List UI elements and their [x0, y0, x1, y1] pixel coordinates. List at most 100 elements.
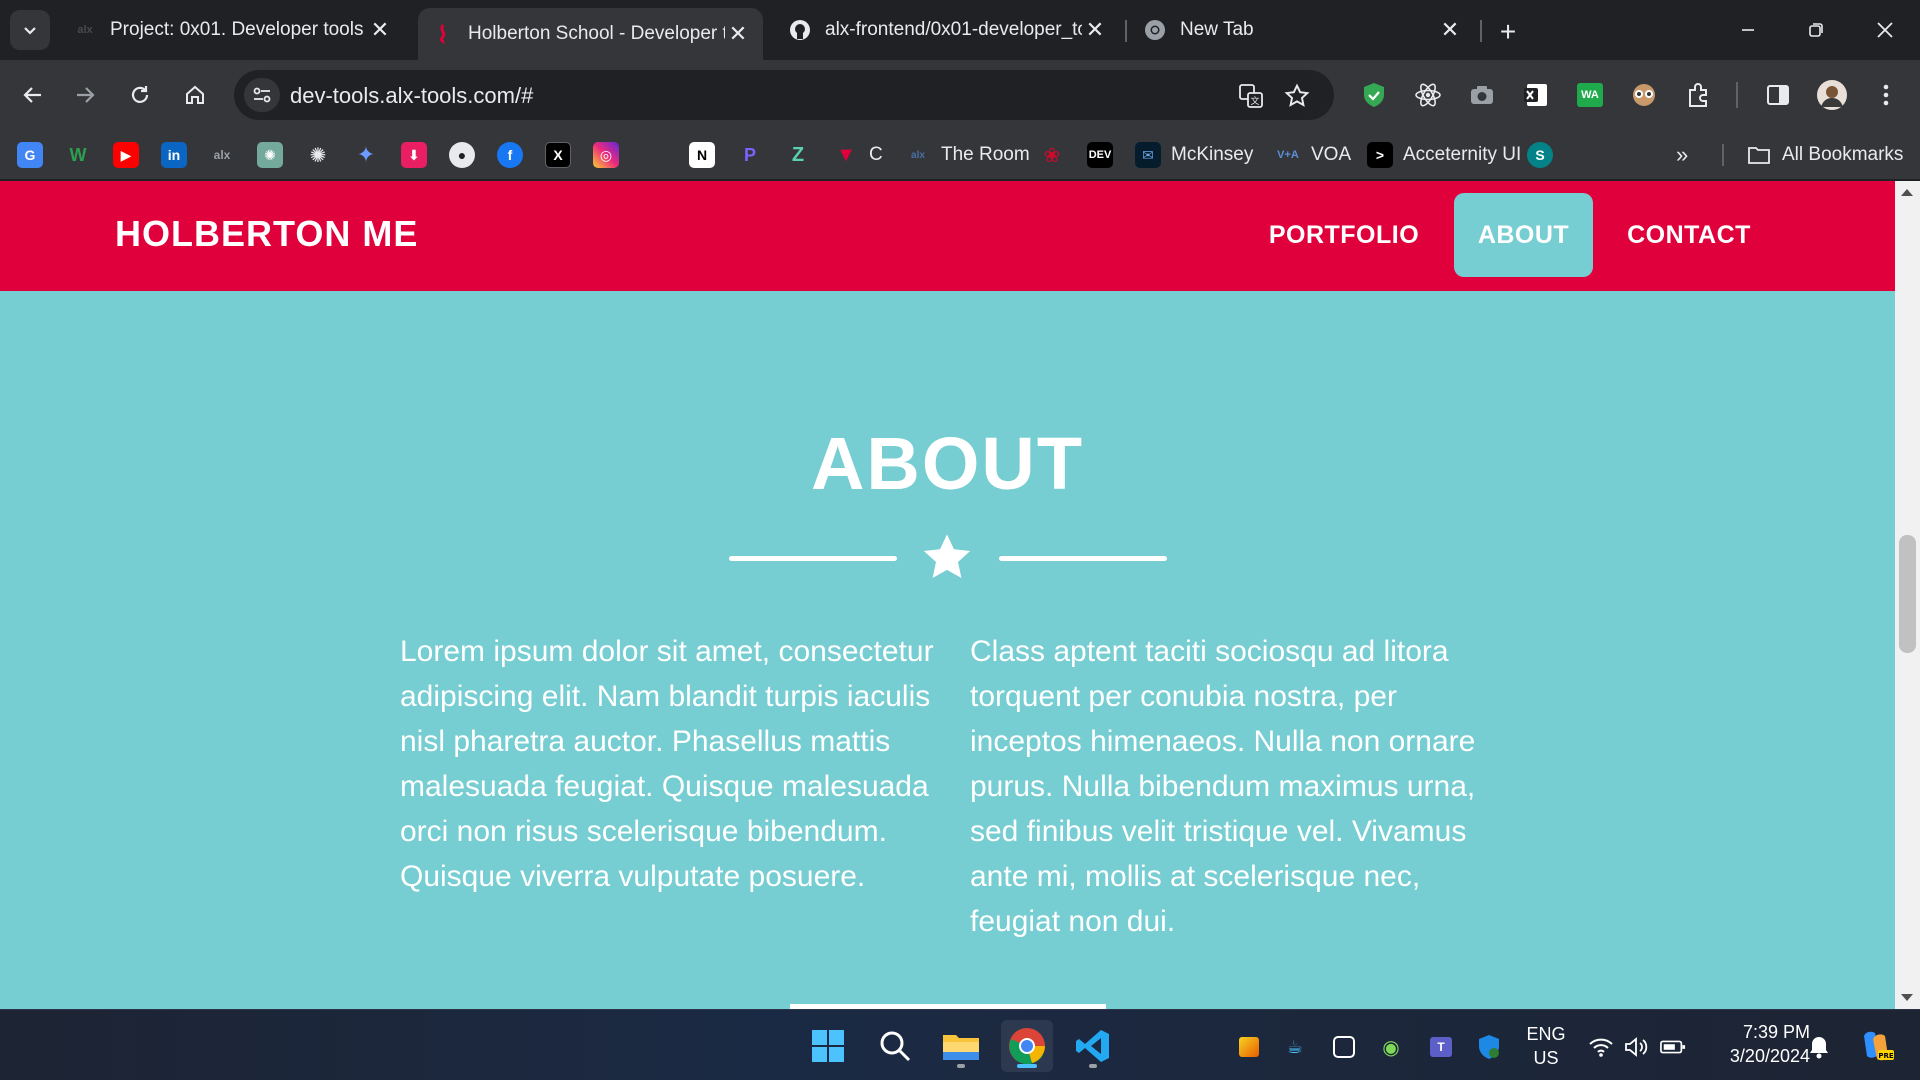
close-icon[interactable]: ✕	[725, 21, 751, 47]
back-button[interactable]	[12, 74, 54, 116]
bookmark-linkedin[interactable]: in	[161, 141, 187, 169]
bookmark-facebook[interactable]: f	[497, 141, 523, 169]
close-icon[interactable]: ✕	[1437, 17, 1463, 43]
scrollbar-thumb[interactable]	[1899, 535, 1916, 653]
minimize-button[interactable]	[1718, 8, 1778, 52]
bookmark-github[interactable]: ●	[449, 141, 475, 169]
forward-button[interactable]	[64, 74, 106, 116]
translate-icon[interactable]: 文	[1236, 81, 1266, 111]
bookmark-z[interactable]: Z	[785, 141, 811, 169]
copilot-icon[interactable]: PRE	[1858, 1028, 1894, 1064]
extensions-puzzle-icon[interactable]	[1681, 78, 1715, 112]
start-button[interactable]	[802, 1020, 854, 1072]
url-text[interactable]: dev-tools.alx-tools.com/#	[290, 83, 533, 109]
taskbar-vscode[interactable]	[1067, 1020, 1119, 1072]
taskbar-file-explorer[interactable]	[935, 1020, 987, 1072]
nav-link-portfolio[interactable]: PORTFOLIO	[1247, 193, 1441, 277]
site-info-icon[interactable]	[244, 78, 280, 112]
keyboard-region: US	[1533, 1048, 1559, 1068]
language-indicator[interactable]: ENG US	[1524, 1022, 1568, 1070]
bookmark-downloader[interactable]: ⬇	[401, 141, 427, 169]
tray-chat-icon[interactable]	[1331, 1034, 1357, 1060]
tab-github-alx-frontend[interactable]: alx-frontend/0x01-developer_to ✕	[775, 8, 1120, 52]
taskbar-chrome[interactable]	[1001, 1020, 1053, 1072]
excel-extension-icon[interactable]	[1519, 78, 1553, 112]
bookmark-dev[interactable]: DEV	[1087, 141, 1113, 169]
react-devtools-icon[interactable]	[1411, 78, 1445, 112]
bookmark-chatgpt[interactable]: ✺	[257, 141, 283, 169]
wifi-icon[interactable]	[1588, 1034, 1614, 1060]
restore-button[interactable]	[1786, 8, 1846, 52]
windows-taskbar: ☕ ◉ T ENG US 7:39 PM 3/20/2024 PRE	[0, 1009, 1920, 1080]
reload-button[interactable]	[119, 74, 161, 116]
bookmarks-separator	[1722, 144, 1724, 166]
bookmark-sharepoint[interactable]: S	[1527, 141, 1553, 169]
bookmark-p[interactable]: P	[737, 141, 763, 169]
running-indicator	[957, 1064, 965, 1068]
mask-extension-icon[interactable]	[1627, 78, 1661, 112]
tray-teams-icon[interactable]: T	[1428, 1034, 1454, 1060]
bookmark-alx[interactable]: alx	[209, 141, 235, 169]
bookmark-w[interactable]: W	[65, 141, 91, 169]
chrome-menu-button[interactable]	[1869, 78, 1903, 112]
clock-date: 3/20/2024	[1729, 1046, 1810, 1066]
bookmark-openai[interactable]: ✺	[305, 141, 331, 169]
p-icon: P	[743, 144, 756, 165]
camera-icon[interactable]	[1465, 78, 1499, 112]
tray-security-shield-icon[interactable]	[1476, 1034, 1502, 1060]
bookmark-x[interactable]: X	[545, 141, 571, 169]
github-icon: ●	[449, 142, 475, 168]
home-icon	[186, 85, 204, 104]
taskbar-search-button[interactable]	[869, 1020, 921, 1072]
home-button[interactable]	[174, 74, 216, 116]
page-scrollbar[interactable]	[1895, 181, 1920, 1009]
tab-project-developer-tools[interactable]: alx Project: 0x01. Developer tools | ✕	[60, 8, 405, 52]
bookmark-youtube[interactable]: ▶	[113, 141, 139, 169]
svg-text:PRE: PRE	[1878, 1052, 1894, 1060]
side-panel-icon[interactable]	[1761, 78, 1795, 112]
bookmark-aceternity[interactable]: > Acceternity UI	[1367, 141, 1521, 169]
scroll-down-arrow-icon[interactable]	[1901, 994, 1913, 1001]
close-icon[interactable]: ✕	[1082, 17, 1108, 43]
site-brand-link[interactable]: HOLBERTON ME	[115, 213, 418, 255]
section-title: ABOUT	[810, 422, 1085, 505]
shield-extension-icon[interactable]	[1357, 78, 1391, 112]
notification-bell-icon[interactable]	[1806, 1034, 1832, 1060]
bookmark-microsoft[interactable]	[641, 141, 667, 169]
bookmark-label: VOA	[1311, 144, 1352, 165]
tray-app-icon[interactable]	[1236, 1034, 1262, 1060]
profile-avatar[interactable]	[1815, 78, 1849, 112]
bookmark-google-translate[interactable]: G	[17, 141, 43, 169]
tab-search-button[interactable]	[10, 10, 50, 50]
bookmark-notion[interactable]: N	[689, 141, 715, 169]
search-icon	[880, 1031, 911, 1062]
system-clock[interactable]: 7:39 PM 3/20/2024	[1700, 1020, 1810, 1068]
close-window-button[interactable]	[1855, 8, 1915, 52]
notion-icon: N	[689, 142, 715, 168]
all-bookmarks-folder[interactable]: All Bookmarks	[1746, 141, 1903, 169]
bookmark-c[interactable]: ▼ C	[833, 141, 883, 169]
address-bar[interactable]: dev-tools.alx-tools.com/# 文	[234, 70, 1334, 120]
battery-icon[interactable]	[1660, 1034, 1686, 1060]
bookmark-instagram[interactable]: ◎	[593, 141, 619, 169]
scroll-up-arrow-icon[interactable]	[1901, 189, 1913, 196]
nav-link-contact[interactable]: CONTACT	[1605, 193, 1773, 277]
tray-network-globe-icon[interactable]: ◉	[1378, 1034, 1404, 1060]
close-icon[interactable]: ✕	[367, 17, 393, 43]
whatsapp-web-icon[interactable]: WA	[1573, 78, 1607, 112]
bookmark-voa[interactable]: V+A VOA	[1275, 141, 1351, 169]
bookmarks-bar: G W ▶ in alx ✺ ✺ ✦ ⬇ ● f X ◎ N P Z ▼ C al…	[0, 130, 1920, 180]
volume-icon[interactable]	[1623, 1034, 1649, 1060]
nav-link-about[interactable]: ABOUT	[1454, 193, 1593, 277]
bookmark-gemini[interactable]: ✦	[353, 141, 379, 169]
bookmark-star-icon[interactable]	[1282, 81, 1312, 111]
download-icon: ⬇	[401, 142, 427, 168]
bookmark-mckinsey[interactable]: ✉ McKinsey	[1135, 141, 1253, 169]
bookmarks-overflow-button[interactable]: »	[1676, 141, 1688, 169]
bookmark-the-room[interactable]: alx The Room	[905, 141, 1030, 169]
tray-coffee-icon[interactable]: ☕	[1282, 1034, 1308, 1060]
tab-holberton-school[interactable]: Holberton School - Developer t ✕	[418, 8, 763, 60]
tab-new-tab[interactable]: New Tab ✕	[1130, 8, 1475, 52]
bookmark-huawei[interactable]: ❀	[1039, 141, 1065, 169]
new-tab-button[interactable]: +	[1490, 14, 1526, 50]
